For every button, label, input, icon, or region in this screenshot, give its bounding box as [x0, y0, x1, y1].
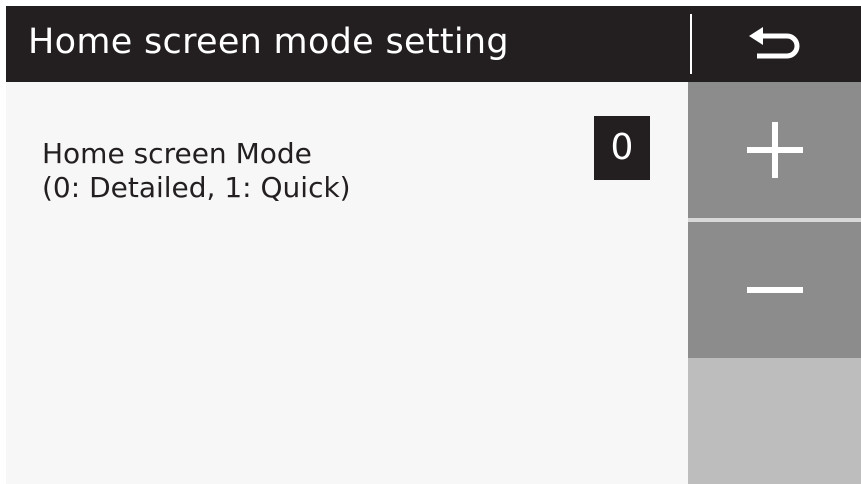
setting-value: 0 [594, 116, 650, 180]
increment-button[interactable] [688, 82, 861, 218]
minus-icon [746, 287, 803, 293]
back-button[interactable] [692, 6, 861, 82]
return-arrow-icon [748, 27, 799, 59]
setting-label-line2: (0: Detailed, 1: Quick) [42, 171, 351, 204]
content-area: Home screen Mode (0: Detailed, 1: Quick)… [6, 82, 688, 484]
decrement-button[interactable] [688, 222, 861, 358]
adjust-panel [688, 82, 861, 484]
plus-icon [746, 122, 803, 178]
settings-screen: Home screen mode setting Home screen Mod… [6, 6, 861, 484]
setting-label-line1: Home screen Mode [42, 137, 312, 170]
setting-label: Home screen Mode (0: Detailed, 1: Quick) [42, 137, 351, 205]
page-title: Home screen mode setting [28, 22, 509, 62]
header-bar: Home screen mode setting [6, 6, 861, 82]
